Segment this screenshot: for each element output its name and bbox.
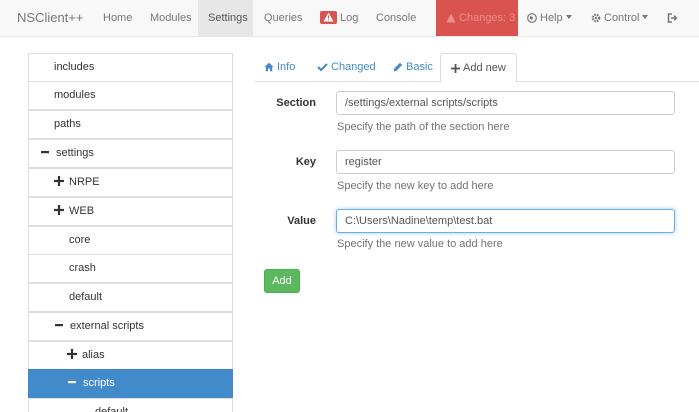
tree-item-label: crash [69, 262, 96, 274]
nav-console[interactable]: Console [366, 0, 426, 36]
nav-changes[interactable]: Changes: 3 [436, 0, 518, 36]
tree-item-label: paths [54, 118, 81, 130]
nav-modules-label: Modules [150, 12, 192, 24]
minus-icon[interactable] [54, 315, 66, 327]
tab-changed[interactable]: Changed [307, 53, 386, 82]
plus-icon [451, 56, 460, 84]
nav-log-label: Log [340, 12, 359, 24]
tree-item-scripts-default[interactable]: default [28, 398, 233, 412]
nav-queries-label: Queries [264, 12, 303, 24]
nav-home[interactable]: Home [93, 0, 142, 36]
minus-icon[interactable] [67, 372, 79, 384]
value-label: Value [287, 215, 316, 227]
tab-add-new[interactable]: Add new [440, 53, 517, 83]
nav-log[interactable]: Log [310, 0, 368, 36]
nav-control-label: Control [604, 12, 640, 24]
tab-changed-label: Changed [331, 61, 376, 73]
nav-control[interactable]: Control [583, 0, 656, 36]
key-label: Key [295, 156, 316, 168]
tree-item-label: includes [54, 61, 95, 73]
section-help-text: Specify the path of the section here [337, 121, 510, 133]
value-input[interactable] [336, 209, 675, 233]
top-navbar: NSClient++ Home Modules Settings Queries… [0, 0, 699, 37]
tree-item-web[interactable]: WEB [28, 197, 233, 226]
add-button[interactable]: Add [264, 269, 300, 293]
home-icon [264, 55, 274, 84]
nav-home-label: Home [103, 12, 133, 24]
tab-bar: Info Changed Basic Add new [254, 53, 699, 83]
nav-changes-label: Changes: 3 [459, 12, 516, 24]
tree-item-nrpe[interactable]: NRPE [28, 168, 233, 197]
globe-icon [527, 2, 537, 38]
tree-item-label: settings [56, 147, 94, 159]
tree-item-label: WEB [69, 205, 95, 217]
tab-basic-label: Basic [406, 61, 433, 73]
tree-item-label: modules [54, 89, 96, 101]
tree-item-label: NRPE [69, 176, 100, 188]
tab-basic[interactable]: Basic [383, 53, 443, 82]
tree-item-label: core [69, 234, 91, 246]
nav-settings-label: Settings [208, 12, 248, 24]
section-input[interactable] [336, 91, 675, 115]
brand-logo[interactable]: NSClient++ [17, 10, 83, 25]
nav-modules[interactable]: Modules [140, 0, 202, 36]
tree-item-label: default [95, 406, 129, 412]
tree-item-label: scripts [83, 377, 115, 389]
tree-item-label: default [69, 291, 103, 303]
tree-item-crash[interactable]: crash [28, 254, 233, 283]
tree-item-alias[interactable]: alias [28, 341, 233, 370]
tab-info-label: Info [277, 61, 296, 73]
caret-down-icon [642, 15, 649, 19]
tree-item-settings[interactable]: settings [28, 139, 233, 168]
minus-icon[interactable] [40, 142, 52, 154]
tree-item-label: external scripts [70, 320, 144, 332]
plus-icon[interactable] [53, 171, 65, 186]
check-icon [317, 55, 328, 84]
nav-console-label: Console [376, 12, 417, 24]
tree-item-scripts[interactable]: scripts [28, 369, 233, 398]
tab-add-new-label: Add new [463, 62, 506, 74]
value-help-text: Specify the new value to add here [337, 238, 503, 250]
nav-queries[interactable]: Queries [254, 0, 313, 36]
caret-down-icon [565, 15, 572, 19]
settings-tree: includes modules paths settings NRPE WEB… [28, 53, 233, 412]
tree-item-modules[interactable]: modules [28, 81, 233, 110]
tree-item-includes[interactable]: includes [28, 53, 233, 82]
logout-button[interactable] [659, 0, 689, 36]
warning-icon [320, 11, 337, 24]
key-help-text: Specify the new key to add here [337, 180, 494, 192]
nav-help[interactable]: Help [519, 0, 580, 36]
pencil-icon [393, 55, 403, 84]
tree-item-core[interactable]: core [28, 226, 233, 255]
tree-item-default[interactable]: default [28, 283, 233, 312]
tree-item-paths[interactable]: paths [28, 110, 233, 139]
cog-icon [591, 2, 601, 38]
key-input[interactable] [336, 150, 675, 174]
warning-sign-icon [446, 2, 456, 38]
tree-item-external-scripts[interactable]: external scripts [28, 312, 233, 341]
log-out-icon [667, 2, 678, 38]
plus-icon[interactable] [53, 200, 65, 215]
plus-icon[interactable] [66, 344, 78, 359]
tab-info[interactable]: Info [254, 53, 305, 82]
nav-settings[interactable]: Settings [198, 0, 253, 36]
nav-help-label: Help [540, 12, 563, 24]
tree-item-label: alias [82, 349, 105, 361]
section-label: Section [276, 97, 316, 109]
